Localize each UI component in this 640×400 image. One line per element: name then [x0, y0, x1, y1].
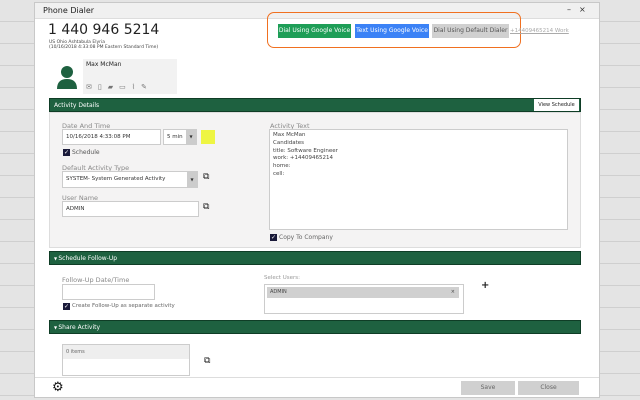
contact-name: Max McMan [86, 61, 122, 68]
settings-gear-icon[interactable]: ⚙ [52, 380, 64, 395]
share-list[interactable]: 0 items [62, 344, 190, 376]
remove-chip-icon[interactable]: × [451, 287, 455, 298]
edit-note-icon[interactable]: ✎ [141, 83, 147, 91]
text-line: work: +14409465214 [273, 155, 334, 162]
document-icon[interactable]: ▭ [119, 83, 126, 91]
minimize-button[interactable]: – [567, 5, 571, 14]
separate-activity-checkbox[interactable]: ✓ [63, 303, 70, 310]
duration-value: 5 min [167, 134, 183, 140]
dial-default-dialer-button[interactable]: Dial Using Default Dialer [432, 24, 509, 38]
text-line: home: [273, 163, 291, 170]
schedule-label: Schedule [72, 149, 100, 156]
follow-up-date-input[interactable] [62, 284, 155, 300]
view-schedule-button[interactable]: View Schedule [534, 99, 579, 111]
color-swatch[interactable] [201, 130, 215, 144]
attachment-icon[interactable]: ⌇ [132, 83, 135, 91]
save-button[interactable]: Save [461, 381, 515, 395]
text-line: Candidates [273, 139, 304, 146]
add-user-icon[interactable]: + [481, 280, 489, 291]
phone-dialer-dialog: Phone Dialer – × 1 440 946 5214 US Ohio … [34, 2, 600, 398]
copy-to-company-checkbox[interactable]: ✓ [270, 234, 277, 241]
text-google-voice-button[interactable]: Text Using Google Voice [355, 24, 429, 38]
separate-activity-label: Create Follow-Up as separate activity [72, 303, 175, 309]
chevron-down-icon: ▼ [186, 130, 196, 144]
user-chip: ADMIN × [267, 287, 459, 298]
schedule-follow-up-header[interactable]: ▼ Schedule Follow-Up [49, 251, 581, 265]
dial-google-voice-button[interactable]: Dial Using Google Voice [278, 24, 351, 38]
schedule-checkbox[interactable]: ✓ [63, 149, 70, 156]
activity-details-header: Activity Details [49, 98, 581, 112]
contact-card-icon[interactable]: ▯ [98, 83, 102, 91]
text-line: cell: [273, 170, 285, 177]
select-users-label: Select Users: [264, 275, 300, 281]
open-external-icon[interactable]: ⧉ [203, 172, 209, 182]
section-title: Schedule Follow-Up [58, 255, 118, 262]
email-icon[interactable]: ✉ [86, 83, 92, 91]
text-line: Max McMan [273, 132, 306, 138]
close-button[interactable]: Close [518, 381, 579, 395]
phone-local-time: (10/16/2018 4:33:08 PM Eastern Standard … [49, 45, 159, 50]
user-chip-label: ADMIN [270, 289, 287, 295]
text-line: title: Software Engineer [273, 147, 338, 154]
dialog-title: Phone Dialer [43, 6, 95, 15]
chevron-down-icon: ▼ [187, 172, 197, 187]
activity-text-area[interactable]: Max McMan Candidates title: Software Eng… [269, 129, 568, 230]
share-activity-header[interactable]: ▼ Share Activity [49, 320, 581, 334]
follow-up-date-label: Follow-Up Date/Time [62, 276, 130, 284]
share-items-count: 0 items [63, 345, 189, 359]
user-name-input[interactable]: ADMIN [62, 201, 199, 217]
activity-type-select[interactable]: SYSTEM- System Generated Activity ▼ [62, 171, 198, 188]
phone-number: 1 440 946 5214 [48, 22, 160, 38]
avatar [51, 59, 83, 94]
close-window-button[interactable]: × [579, 5, 586, 14]
activity-type-value: SYSTEM- System Generated Activity [66, 176, 166, 182]
date-input[interactable]: 10/16/2018 4:33:08 PM [62, 129, 161, 145]
select-users-box[interactable]: ADMIN × [264, 284, 464, 314]
work-number-link[interactable]: +14409465214 Work [510, 28, 569, 34]
duration-select[interactable]: 5 min ▼ [163, 129, 197, 145]
contact-card: Max McMan ✉ ▯ ▰ ▭ ⌇ ✎ [51, 59, 177, 94]
chat-icon[interactable]: ▰ [108, 83, 113, 91]
section-title: Activity Details [54, 102, 100, 109]
person-icon [57, 66, 77, 89]
section-title: Share Activity [58, 324, 101, 331]
copy-to-company-label: Copy To Company [279, 234, 333, 241]
open-external-icon[interactable]: ⧉ [204, 356, 210, 366]
open-external-icon[interactable]: ⧉ [203, 202, 209, 212]
